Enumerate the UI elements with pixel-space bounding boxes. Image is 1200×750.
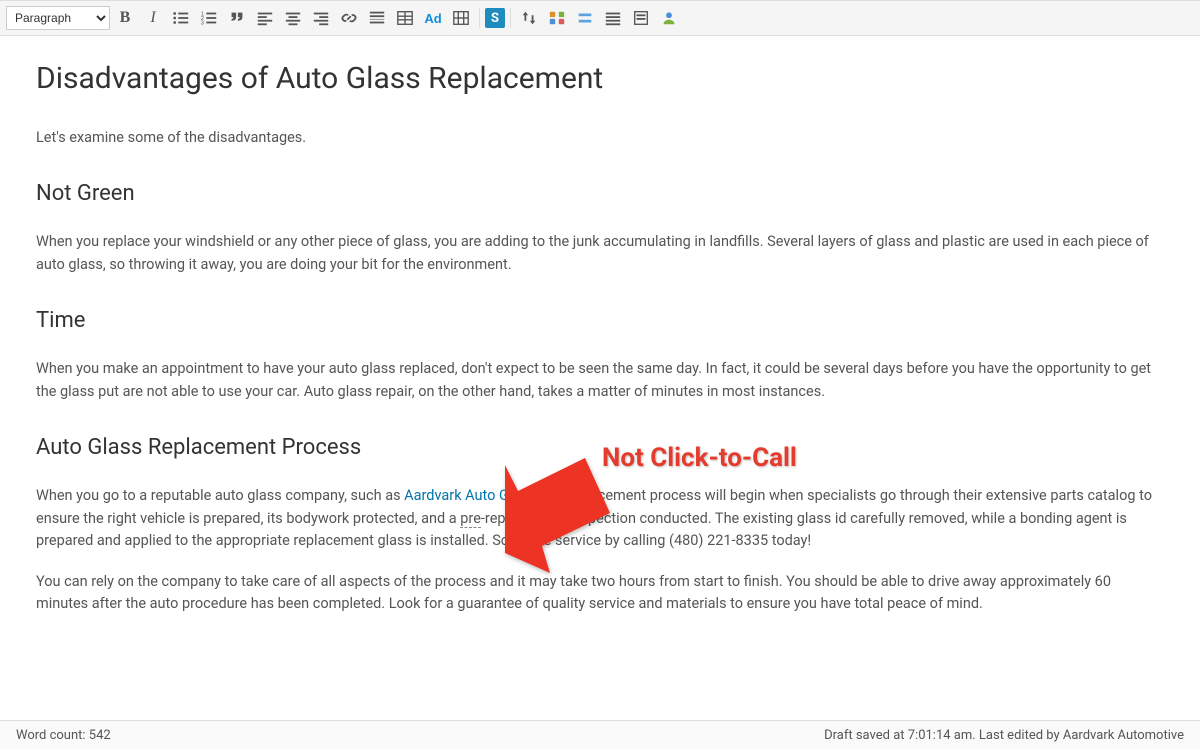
italic-button[interactable]: I: [140, 5, 166, 31]
paragraph: When you make an appointment to have you…: [36, 358, 1164, 403]
clear-button[interactable]: [572, 5, 598, 31]
user-button[interactable]: [656, 5, 682, 31]
align-left-button[interactable]: [252, 5, 278, 31]
status-bar: Word count: 542 Draft saved at 7:01:14 a…: [0, 720, 1200, 750]
paragraph: When you go to a reputable auto glass co…: [36, 485, 1164, 552]
svg-text:3: 3: [201, 20, 204, 26]
sort-button[interactable]: [516, 5, 542, 31]
format-select[interactable]: Paragraph: [6, 6, 110, 30]
align-right-button[interactable]: [308, 5, 334, 31]
heading-2: Not Green: [36, 177, 1164, 211]
blockquote-button[interactable]: [224, 5, 250, 31]
bullet-list-button[interactable]: [168, 5, 194, 31]
align-center-button[interactable]: [280, 5, 306, 31]
editor-toolbar: Paragraph B I 123 Ad S: [0, 0, 1200, 36]
spellcheck-word: pre: [460, 510, 481, 528]
paragraph: You can rely on the company to take care…: [36, 571, 1164, 616]
save-status: Draft saved at 7:01:14 am. Last edited b…: [824, 728, 1184, 743]
ad-button[interactable]: Ad: [420, 5, 446, 31]
number-list-button[interactable]: 123: [196, 5, 222, 31]
columns-button[interactable]: [544, 5, 570, 31]
bold-button[interactable]: B: [112, 5, 138, 31]
grid-button[interactable]: [448, 5, 474, 31]
paragraph: Let's examine some of the disadvantages.: [36, 127, 1164, 149]
table-button[interactable]: [392, 5, 418, 31]
word-count: Word count: 542: [16, 728, 111, 743]
link-button[interactable]: [336, 5, 362, 31]
insert-more-button[interactable]: [364, 5, 390, 31]
heading-2: Time: [36, 304, 1164, 338]
justify-button[interactable]: [600, 5, 626, 31]
s-plugin-button[interactable]: S: [485, 8, 505, 28]
heading-1: Disadvantages of Auto Glass Replacement: [36, 56, 1164, 103]
paragraph: When you replace your windshield or any …: [36, 231, 1164, 276]
form-button[interactable]: [628, 5, 654, 31]
company-link[interactable]: Aardvark Auto Glass: [404, 487, 535, 504]
editor-content[interactable]: Disadvantages of Auto Glass Replacement …: [0, 36, 1200, 716]
heading-2: Auto Glass Replacement Process: [36, 431, 1164, 465]
